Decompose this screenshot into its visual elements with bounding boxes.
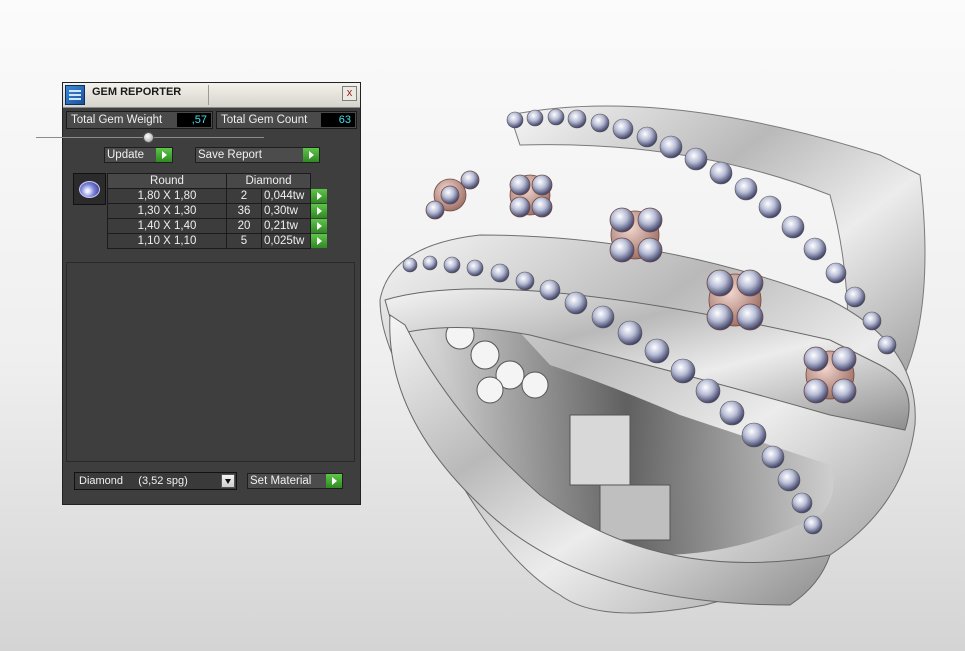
update-button-label: Update xyxy=(107,149,145,161)
gem-list-empty-area xyxy=(66,262,355,462)
update-button[interactable]: Update xyxy=(104,147,173,163)
gem-weight-cell: 0,21tw xyxy=(261,218,311,234)
gem-size-cell: 1,80 X 1,80 xyxy=(107,188,227,204)
total-gem-count-label: Total Gem Count xyxy=(221,114,308,126)
row-select-button[interactable] xyxy=(311,204,327,218)
save-report-button-label: Save Report xyxy=(198,149,262,161)
table-row: 1,80 X 1,80 2 0,044tw xyxy=(107,188,328,204)
gem-reporter-app-icon xyxy=(65,85,85,105)
set-material-button[interactable]: Set Material xyxy=(247,473,343,489)
gem-count-cell: 20 xyxy=(226,218,262,234)
panel-title: GEM REPORTER xyxy=(92,86,182,98)
total-gem-count-box: Total Gem Count 63 xyxy=(216,111,357,129)
panel-slider-handle[interactable] xyxy=(143,132,154,143)
total-gem-count-value: 63 xyxy=(321,113,355,127)
chevron-down-icon[interactable] xyxy=(221,474,235,488)
material-select-value: Diamond (3,52 spg) xyxy=(79,475,188,487)
gem-count-cell: 36 xyxy=(226,203,262,219)
save-report-button[interactable]: Save Report xyxy=(195,147,320,163)
total-gem-weight-box: Total Gem Weight ,57 xyxy=(66,111,213,129)
gem-size-cell: 1,30 X 1,30 xyxy=(107,203,227,219)
gem-weight-cell: 0,044tw xyxy=(261,188,311,204)
table-row: 1,10 X 1,10 5 0,025tw xyxy=(107,233,328,249)
row-select-button[interactable] xyxy=(311,189,327,203)
panel-titlebar[interactable]: GEM REPORTER x xyxy=(63,83,360,108)
set-material-button-label: Set Material xyxy=(250,475,312,487)
gem-material-header: Diamond xyxy=(226,173,311,189)
material-select[interactable]: Diamond (3,52 spg) xyxy=(74,472,237,490)
play-arrow-icon xyxy=(326,474,342,488)
row-select-button[interactable] xyxy=(311,234,327,248)
gem-weight-cell: 0,025tw xyxy=(261,233,311,249)
gem-weight-cell: 0,30tw xyxy=(261,203,311,219)
gem-count-cell: 2 xyxy=(226,188,262,204)
table-row: 1,40 X 1,40 20 0,21tw xyxy=(107,218,328,234)
gem-size-cell: 1,10 X 1,10 xyxy=(107,233,227,249)
table-row: 1,30 X 1,30 36 0,30tw xyxy=(107,203,328,219)
total-gem-weight-label: Total Gem Weight xyxy=(71,114,163,126)
gem-table: Round Diamond 1,80 X 1,80 2 0,044tw 1,30… xyxy=(107,173,328,249)
gem-size-cell: 1,40 X 1,40 xyxy=(107,218,227,234)
ring-render-viewport[interactable] xyxy=(360,85,965,651)
gem-count-cell: 5 xyxy=(226,233,262,249)
total-gem-weight-value: ,57 xyxy=(177,113,211,127)
round-gem-icon[interactable] xyxy=(73,173,106,205)
close-icon[interactable]: x xyxy=(342,86,357,101)
play-arrow-icon xyxy=(156,148,172,162)
titlebar-divider xyxy=(208,85,209,105)
gem-shape-header: Round xyxy=(107,173,227,189)
row-select-button[interactable] xyxy=(311,219,327,233)
play-arrow-icon xyxy=(303,148,319,162)
